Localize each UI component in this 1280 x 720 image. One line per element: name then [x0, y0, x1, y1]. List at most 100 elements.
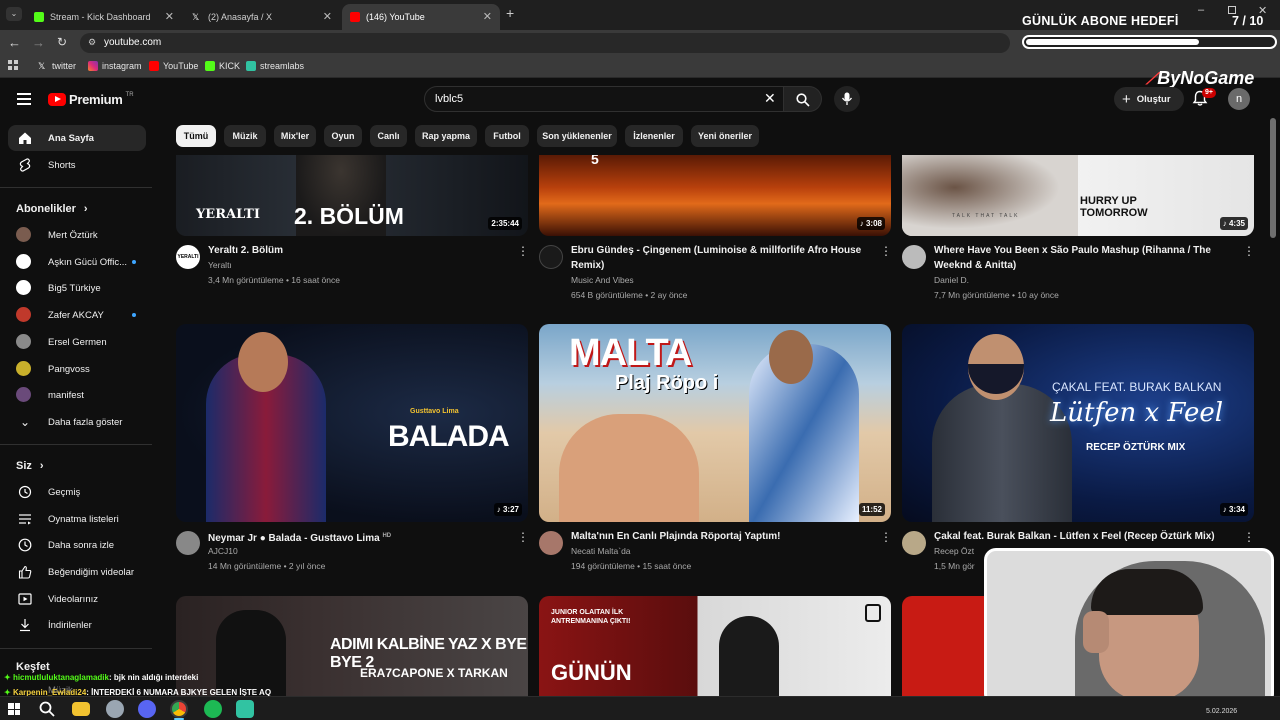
sidebar-item-home[interactable]: Ana Sayfa [8, 125, 146, 151]
tab-search-button[interactable]: ⌄ [6, 7, 22, 21]
chip-music[interactable]: Müzik [224, 125, 266, 147]
more-vert-icon[interactable]: ⋮ [880, 530, 892, 544]
bookmark-twitter[interactable]: 𝕏twitter [38, 61, 76, 71]
video-title[interactable]: Çakal feat. Burak Balkan - Lütfen x Feel… [934, 529, 1215, 544]
restore-icon[interactable] [1228, 6, 1236, 14]
url-field[interactable]: ⚙ youtube.com [80, 33, 1010, 53]
sidebar-item-your-videos[interactable]: Videolarınız [8, 586, 146, 612]
menu-icon[interactable] [17, 93, 31, 105]
tab-kick-dashboard[interactable]: Stream - Kick Dashboard ✕ [26, 4, 182, 30]
app-icon[interactable] [106, 700, 124, 718]
voice-search-button[interactable] [834, 86, 860, 112]
channel-avatar[interactable] [176, 531, 200, 555]
you-heading[interactable]: Siz › [16, 460, 44, 472]
scrollbar[interactable] [1270, 118, 1276, 238]
subscriptions-heading[interactable]: Abonelikler › [16, 203, 88, 215]
create-button[interactable]: + Oluştur [1114, 87, 1184, 111]
more-vert-icon[interactable]: ⋮ [880, 244, 892, 258]
minimize-icon[interactable]: – [1198, 4, 1204, 16]
tab-youtube[interactable]: (146) YouTube ✕ [342, 4, 500, 30]
sidebar-item-liked[interactable]: Beğendiğim videolar [8, 559, 146, 585]
channel-name[interactable]: Necati Malta`da [571, 544, 631, 559]
search-input[interactable]: lvblc5 [424, 86, 784, 112]
more-vert-icon[interactable]: ⋮ [517, 530, 529, 544]
video-thumbnail[interactable]: Gusttavo Lima BALADA ♪ 3:27 [176, 324, 528, 522]
more-vert-icon[interactable]: ⋮ [1243, 244, 1255, 258]
sidebar-item-subscription[interactable]: Ersel Germen [8, 329, 146, 355]
chip-gaming[interactable]: Oyun [324, 125, 362, 147]
chip-watched[interactable]: İzlenenler [625, 125, 683, 147]
reload-icon[interactable]: ↻ [57, 35, 67, 49]
sidebar-item-history[interactable]: Geçmiş [8, 479, 146, 505]
channel-avatar[interactable] [902, 245, 926, 269]
channel-name[interactable]: Yeraltı [208, 258, 232, 273]
account-avatar[interactable]: n [1228, 88, 1250, 110]
bookmark-youtube[interactable]: YouTube [149, 61, 198, 71]
channel-name[interactable]: Daniel D. [934, 273, 969, 288]
sidebar-item-subscription[interactable]: manifest [8, 382, 146, 408]
sidebar-item-subscription[interactable]: Zafer AKCAY [8, 302, 146, 328]
notifications-button[interactable]: 9+ [1192, 88, 1216, 110]
sidebar-item-subscription[interactable]: Big5 Türkiye [8, 275, 146, 301]
spotify-icon[interactable] [204, 700, 222, 718]
sidebar-item-playlists[interactable]: Oynatma listeleri [8, 506, 146, 532]
bookmark-instagram[interactable]: instagram [88, 61, 142, 71]
more-vert-icon[interactable]: ⋮ [517, 244, 529, 258]
video-thumbnail[interactable]: ADIMI KALBİNE YAZ X BYE BYE 2 ERA7CAPONE… [176, 596, 528, 696]
search-icon[interactable] [38, 700, 56, 718]
streamlabs-icon[interactable] [236, 700, 254, 718]
video-thumbnail[interactable]: YERALTI 2. BÖLÜM 2:35:44 [176, 155, 528, 236]
bookmark-kick[interactable]: KICK [205, 61, 240, 71]
chip-mixes[interactable]: Mix'ler [274, 125, 316, 147]
channel-name[interactable]: Music And Vibes [571, 273, 634, 288]
video-title-line2[interactable]: Weeknd & Anitta) [934, 258, 1016, 273]
more-vert-icon[interactable]: ⋮ [1243, 530, 1255, 544]
sidebar-item-downloads[interactable]: İndirilenler [8, 612, 146, 638]
channel-avatar[interactable] [902, 531, 926, 555]
channel-name[interactable]: Recep Özt [934, 544, 974, 559]
discord-icon[interactable] [138, 700, 156, 718]
video-title[interactable]: Malta'nın En Canlı Plajında Röportaj Yap… [571, 529, 780, 544]
youtube-logo[interactable]: Premium TR [48, 92, 134, 107]
close-icon[interactable]: ✕ [323, 10, 332, 23]
windows-start-icon[interactable] [8, 703, 20, 715]
chip-football[interactable]: Futbol [485, 125, 529, 147]
site-info-icon[interactable]: ⚙ [88, 37, 96, 48]
apps-icon[interactable] [8, 60, 18, 70]
video-thumbnail[interactable] [902, 596, 984, 696]
chip-all[interactable]: Tümü [176, 125, 216, 147]
sidebar-item-show-more[interactable]: ⌄ Daha fazla göster [8, 409, 146, 435]
video-thumbnail[interactable]: ÇAKAL FEAT. BURAK BALKAN Lütfen x Feel R… [902, 324, 1254, 522]
channel-avatar[interactable]: YERALTI [176, 245, 200, 269]
video-title[interactable]: Where Have You Been x São Paulo Mashup (… [934, 243, 1211, 258]
chip-recent[interactable]: Son yüklenenler [537, 125, 617, 147]
back-icon[interactable]: ← [8, 35, 21, 50]
sidebar-item-subscription[interactable]: Aşkın Gücü Offic... [8, 249, 146, 275]
file-explorer-icon[interactable] [72, 702, 90, 716]
video-title[interactable]: Ebru Gündeş - Çingenem (Luminoise & mill… [571, 243, 861, 258]
sidebar-item-subscription[interactable]: Pangvoss [8, 356, 146, 382]
search-button[interactable] [784, 86, 822, 112]
video-thumbnail[interactable]: MALTA Plaj Röpo i 11:52 [539, 324, 891, 522]
forward-icon[interactable]: → [32, 35, 45, 50]
video-title[interactable]: Yeraltı 2. Bölüm [208, 243, 283, 258]
sidebar-item-subscription[interactable]: Mert Öztürk [8, 222, 146, 248]
channel-name[interactable]: AJCJ10 [208, 544, 238, 559]
new-tab-button[interactable]: + [506, 5, 514, 21]
chip-live[interactable]: Canlı [370, 125, 407, 147]
chrome-icon[interactable] [170, 700, 188, 718]
chip-rap[interactable]: Rap yapma [415, 125, 477, 147]
video-thumbnail[interactable]: 5 ♪ 3:08 [539, 155, 891, 236]
video-thumbnail[interactable]: JUNIOR OLAITAN İLK ANTRENMANINA ÇIKTI! G… [539, 596, 891, 696]
channel-avatar[interactable] [539, 245, 563, 269]
close-icon[interactable]: ✕ [483, 10, 492, 23]
channel-avatar[interactable] [539, 531, 563, 555]
close-icon[interactable]: ✕ [165, 10, 174, 23]
bookmark-streamlabs[interactable]: streamlabs [246, 61, 304, 71]
video-title-line2[interactable]: Remix) [571, 258, 604, 273]
chip-new[interactable]: Yeni öneriler [691, 125, 759, 147]
sidebar-item-shorts[interactable]: Shorts [8, 152, 146, 178]
sidebar-item-watch-later[interactable]: Daha sonra izle [8, 532, 146, 558]
clear-search-icon[interactable]: ✕ [764, 90, 776, 107]
tab-x-home[interactable]: 𝕏 (2) Anasayfa / X ✕ [184, 4, 340, 30]
